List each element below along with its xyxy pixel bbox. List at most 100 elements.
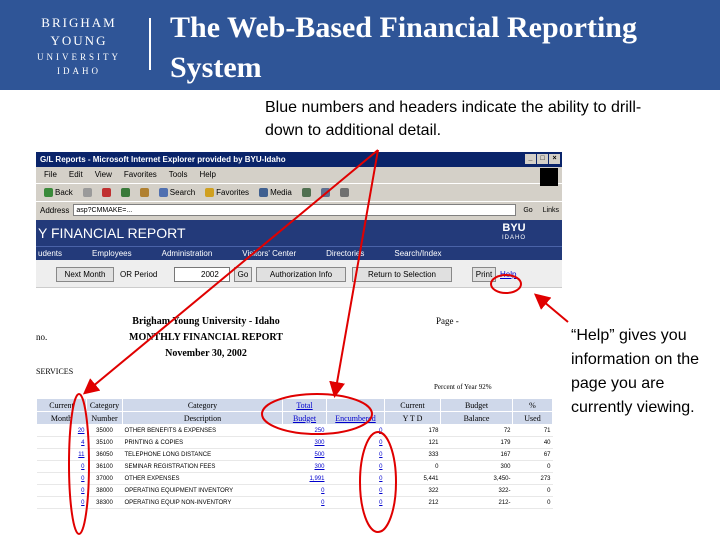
nav-directories[interactable]: Directories — [326, 247, 364, 260]
cell-ytd: 0 — [384, 460, 441, 473]
cell-total-budget[interactable]: 0 — [282, 496, 327, 509]
banner-title: Y FINANCIAL REPORT — [38, 225, 186, 241]
col-head-encumbered[interactable]: Encumbered — [326, 411, 385, 425]
cell-total-budget[interactable]: 0 — [282, 484, 327, 497]
period-go-button[interactable]: Go — [234, 267, 252, 282]
logo-divider — [149, 18, 151, 70]
logo-line-3: IDAHO — [57, 66, 101, 76]
favorites-button[interactable]: Favorites — [205, 184, 249, 201]
media-label: Media — [270, 187, 292, 197]
stop-button[interactable] — [101, 184, 111, 201]
return-to-selection-button[interactable]: Return to Selection — [352, 267, 452, 282]
next-month-button[interactable]: Next Month — [56, 267, 114, 282]
cell-description: OTHER EXPENSES — [122, 472, 283, 485]
col-head-current-ytd: Current — [384, 398, 441, 412]
page-indicator: Page - — [436, 316, 459, 326]
back-button[interactable]: Back — [44, 184, 73, 201]
nav-administration[interactable]: Administration — [162, 247, 213, 260]
menu-bar: File Edit View Favorites Tools Help — [36, 167, 562, 183]
cell-ytd: 178 — [384, 424, 441, 437]
cell-total-budget[interactable]: 1,991 — [282, 472, 327, 485]
cell-current-month[interactable]: 0 — [36, 472, 87, 485]
print-button[interactable]: Print — [472, 267, 496, 282]
address-go-button[interactable]: Go — [520, 207, 535, 214]
menu-tools[interactable]: Tools — [169, 167, 188, 183]
report-name: MONTHLY FINANCIAL REPORT — [129, 332, 283, 343]
cell-budget-balance: 179 — [440, 436, 513, 449]
cell-current-month[interactable]: 11 — [36, 448, 87, 461]
mail-button[interactable] — [320, 184, 330, 201]
cell-encumbered[interactable]: 0 — [326, 460, 385, 473]
cell-current-month[interactable]: 20 — [36, 424, 87, 437]
cell-encumbered[interactable]: 0 — [326, 436, 385, 449]
cell-ytd: 121 — [384, 436, 441, 449]
history-icon — [301, 188, 311, 197]
menu-file[interactable]: File — [44, 167, 57, 183]
minimize-icon[interactable]: _ — [525, 154, 536, 164]
table-row: 4 35100 PRINTING & COPIES 300 0 121 179 40 — [36, 436, 553, 449]
authorization-info-button[interactable]: Authorization Info — [256, 267, 346, 282]
col-head-balance: Balance — [440, 411, 513, 425]
nav-students[interactable]: udents — [38, 247, 62, 260]
cell-category-number: 36100 — [86, 460, 123, 473]
maximize-icon[interactable]: □ — [537, 154, 548, 164]
cell-category-number: 35000 — [86, 424, 123, 437]
cell-total-budget[interactable]: 300 — [282, 436, 327, 449]
address-input[interactable]: asp?CMMAKE=... — [73, 204, 517, 216]
cell-percent-used: 0 — [512, 496, 553, 509]
report-institution: Brigham Young University - Idaho — [132, 316, 280, 327]
period-input[interactable]: 2002 — [174, 267, 230, 282]
report-controls: Next Month OR Period 2002 Go Authorizati… — [36, 260, 562, 288]
cell-description: SEMINAR REGISTRATION FEES — [122, 460, 283, 473]
cell-encumbered[interactable]: 0 — [326, 484, 385, 497]
table-row: 11 36050 TELEPHONE LONG DISTANCE 500 0 333 167… — [36, 448, 553, 461]
cell-category-number: 38000 — [86, 484, 123, 497]
cell-encumbered[interactable]: 0 — [326, 496, 385, 509]
links-button[interactable]: Links — [540, 207, 562, 214]
nav-visitors-center[interactable]: Visitors' Center — [242, 247, 296, 260]
cell-budget-balance: 300 — [440, 460, 513, 473]
forward-button[interactable] — [82, 184, 92, 201]
cell-encumbered[interactable]: 0 — [326, 448, 385, 461]
cell-encumbered[interactable]: 0 — [326, 472, 385, 485]
print-toolbar-button[interactable] — [339, 184, 349, 201]
cell-budget-balance: 212- — [440, 496, 513, 509]
table-row: 0 38000 OPERATING EQUIPMENT INVENTORY 0 0 322… — [36, 484, 553, 497]
refresh-button[interactable] — [120, 184, 130, 201]
or-period-label: OR Period — [120, 270, 158, 279]
nav-employees[interactable]: Employees — [92, 247, 132, 260]
search-button[interactable]: Search — [158, 184, 195, 201]
window-controls: _ □ × — [525, 154, 560, 164]
col-head-budget-link[interactable]: Budget — [282, 411, 327, 425]
cell-total-budget[interactable]: 250 — [282, 424, 327, 437]
cell-category-number: 37000 — [86, 472, 123, 485]
nav-search-index[interactable]: Search/Index — [394, 247, 441, 260]
cell-description: OTHER BENEFITS & EXPENSES — [122, 424, 283, 437]
help-link[interactable]: Help — [500, 270, 516, 279]
cell-description: PRINTING & COPIES — [122, 436, 283, 449]
account-label: no. — [36, 332, 48, 342]
cell-total-budget[interactable]: 300 — [282, 460, 327, 473]
media-icon — [259, 188, 269, 197]
cell-percent-used: 40 — [512, 436, 553, 449]
logo-line-2: UNIVERSITY — [37, 52, 121, 62]
cell-current-month[interactable]: 4 — [36, 436, 87, 449]
cell-current-month[interactable]: 0 — [36, 496, 87, 509]
history-button[interactable] — [301, 184, 311, 201]
menu-help[interactable]: Help — [199, 167, 215, 183]
menu-view[interactable]: View — [95, 167, 112, 183]
home-button[interactable] — [139, 184, 149, 201]
menu-edit[interactable]: Edit — [69, 167, 83, 183]
cell-encumbered[interactable]: 0 — [326, 424, 385, 437]
drilldown-callout: Blue numbers and headers indicate the ab… — [265, 99, 642, 139]
col-head-used: Used — [512, 411, 553, 425]
cell-percent-used: 0 — [512, 484, 553, 497]
media-button[interactable]: Media — [259, 184, 292, 201]
col-head-total[interactable]: Total — [282, 398, 327, 412]
address-bar: Address asp?CMMAKE=... Go Links — [36, 201, 562, 218]
cell-current-month[interactable]: 0 — [36, 460, 87, 473]
cell-current-month[interactable]: 0 — [36, 484, 87, 497]
menu-favorites[interactable]: Favorites — [124, 167, 157, 183]
cell-total-budget[interactable]: 500 — [282, 448, 327, 461]
close-icon[interactable]: × — [549, 154, 560, 164]
